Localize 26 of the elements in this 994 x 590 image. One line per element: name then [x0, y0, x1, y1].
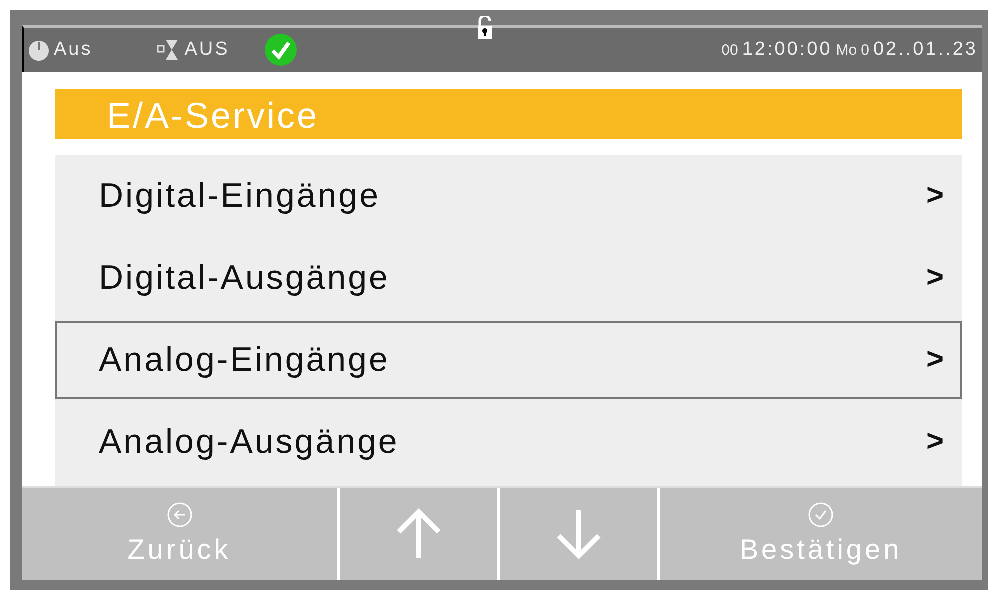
page-title: E/A-Service	[55, 89, 962, 139]
menu-label: Digital-Eingänge	[99, 176, 380, 216]
chevron: >	[926, 261, 944, 295]
clock-time: 12:00:00	[742, 39, 832, 61]
up-arrow-icon	[394, 508, 442, 560]
weekday-suffix: 0	[861, 42, 870, 58]
chevron: >	[926, 179, 944, 213]
date: 02..01..23	[873, 39, 978, 61]
check-circle-icon	[808, 502, 834, 528]
menu-item[interactable]: Digital-Eingänge >	[55, 157, 962, 235]
chevron: >	[926, 425, 944, 459]
timer-status: Aus	[54, 39, 93, 61]
valve-status: AUS	[184, 39, 230, 61]
back-circle-icon	[166, 502, 192, 528]
timer-icon	[28, 38, 50, 62]
menu-item[interactable]: Analog-Eingänge >	[55, 321, 962, 399]
menu-label: Analog-Eingänge	[99, 340, 390, 380]
menu-item[interactable]: Analog-Ausgänge >	[55, 403, 962, 481]
down-arrow-icon	[554, 508, 602, 560]
valve-icon	[156, 38, 181, 62]
chevron: >	[926, 343, 944, 377]
time-prefix: 00	[722, 42, 738, 58]
menu-label: Digital-Ausgänge	[99, 258, 390, 298]
weekday: Mo	[836, 42, 858, 58]
menu-label: Analog-Ausgänge	[99, 422, 400, 462]
menu-item[interactable]: Digital-Ausgänge >	[55, 239, 962, 317]
